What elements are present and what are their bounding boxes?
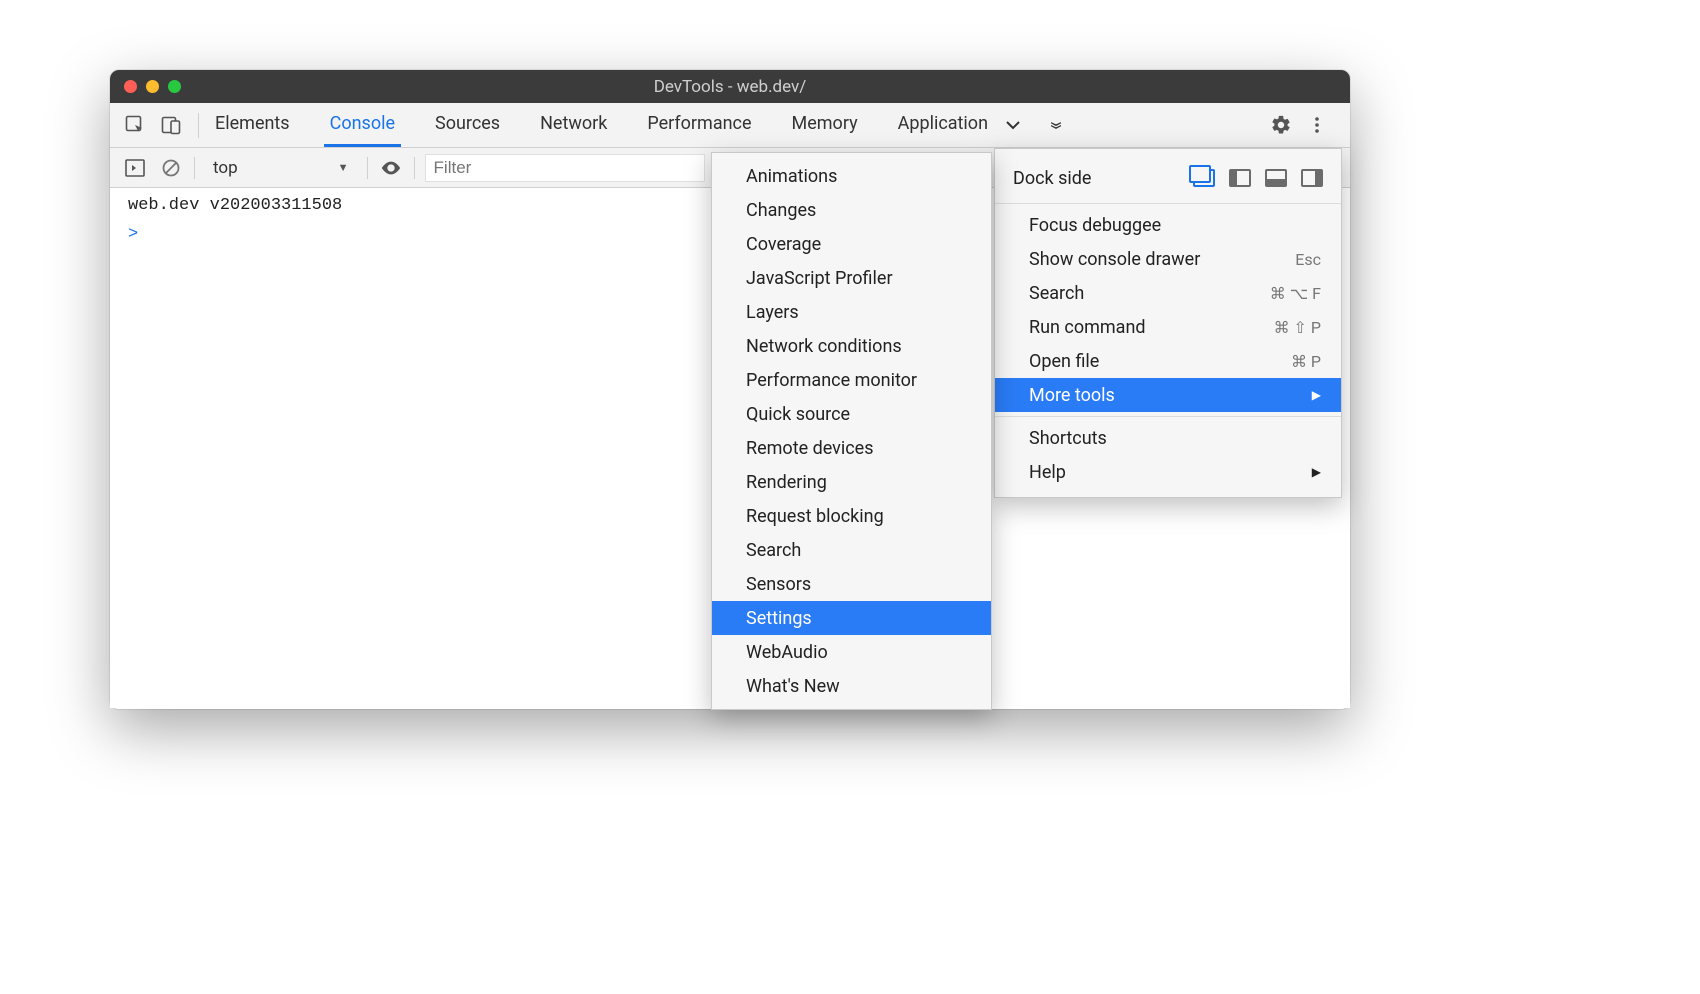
- console-sidebar-toggle-icon[interactable]: [122, 155, 148, 181]
- submenu-item-quick-source[interactable]: Quick source: [712, 397, 991, 431]
- menu-item-shortcut: Esc: [1295, 250, 1321, 269]
- tab-performance[interactable]: Performance: [641, 103, 757, 147]
- minimize-window-button[interactable]: [146, 80, 159, 93]
- menu-item-label: Search: [1029, 283, 1084, 304]
- inspect-element-icon[interactable]: [120, 110, 150, 140]
- menu-item-label: Shortcuts: [1029, 428, 1107, 449]
- submenu-item-rendering[interactable]: Rendering: [712, 465, 991, 499]
- menu-separator: [995, 416, 1341, 417]
- dock-side-row: Dock side: [995, 157, 1341, 199]
- dock-bottom-icon[interactable]: [1265, 169, 1287, 187]
- menu-item-label: Help: [1029, 462, 1066, 483]
- overflow-tabs-icon[interactable]: «: [1041, 121, 1070, 129]
- submenu-item-layers[interactable]: Layers: [712, 295, 991, 329]
- tab-memory[interactable]: Memory: [786, 103, 864, 147]
- submenu-item-javascript-profiler[interactable]: JavaScript Profiler: [712, 261, 991, 295]
- main-menu: Dock side Focus debuggee Show console dra…: [994, 148, 1342, 498]
- execution-context-select[interactable]: top ▼: [205, 158, 357, 178]
- tab-network[interactable]: Network: [534, 103, 613, 147]
- menu-item-label: Open file: [1029, 351, 1099, 372]
- menu-separator: [995, 203, 1341, 204]
- divider: [414, 157, 415, 179]
- submenu-item-changes[interactable]: Changes: [712, 193, 991, 227]
- main-tabbar: Elements Console Sources Network Performance…: [110, 103, 1350, 148]
- menu-item-search[interactable]: Search ⌘ ⌥ F: [995, 276, 1341, 310]
- menu-item-shortcuts[interactable]: Shortcuts: [995, 421, 1341, 455]
- console-filter-input[interactable]: [425, 154, 705, 182]
- submenu-item-coverage[interactable]: Coverage: [712, 227, 991, 261]
- dock-left-icon[interactable]: [1229, 169, 1251, 187]
- chevron-down-icon: ▼: [338, 161, 349, 174]
- kebab-menu-icon[interactable]: [1302, 110, 1332, 140]
- menu-item-shortcut: ⌘ ⌥ F: [1270, 284, 1321, 303]
- dock-side-label: Dock side: [1013, 168, 1091, 189]
- menu-item-shortcut: ⌘ ⇧ P: [1274, 318, 1321, 337]
- devtools-window: DevTools - web.dev/ Elements Console Sourc…: [110, 70, 1350, 709]
- divider: [198, 113, 199, 138]
- tab-sources[interactable]: Sources: [429, 103, 506, 147]
- submenu-item-webaudio[interactable]: WebAudio: [712, 635, 991, 669]
- dock-undock-icon[interactable]: [1193, 169, 1215, 187]
- more-tabs-button[interactable]: [1004, 116, 1022, 134]
- submenu-item-sensors[interactable]: Sensors: [712, 567, 991, 601]
- submenu-item-performance-monitor[interactable]: Performance monitor: [712, 363, 991, 397]
- context-label: top: [213, 158, 238, 178]
- tab-application[interactable]: Application: [892, 103, 994, 147]
- menu-item-show-console-drawer[interactable]: Show console drawer Esc: [995, 242, 1341, 276]
- menu-item-shortcut: ⌘ P: [1291, 352, 1321, 371]
- settings-gear-icon[interactable]: [1266, 110, 1296, 140]
- live-expression-eye-icon[interactable]: [378, 155, 404, 181]
- tab-elements[interactable]: Elements: [209, 103, 296, 147]
- divider: [367, 157, 368, 179]
- submenu-arrow-icon: ▶: [1312, 465, 1321, 479]
- clear-console-icon[interactable]: [158, 155, 184, 181]
- tab-console[interactable]: Console: [324, 103, 401, 147]
- submenu-item-search[interactable]: Search: [712, 533, 991, 567]
- menu-item-run-command[interactable]: Run command ⌘ ⇧ P: [995, 310, 1341, 344]
- window-title: DevTools - web.dev/: [110, 77, 1350, 97]
- menu-item-focus-debuggee[interactable]: Focus debuggee: [995, 208, 1341, 242]
- submenu-item-remote-devices[interactable]: Remote devices: [712, 431, 991, 465]
- zoom-window-button[interactable]: [168, 80, 181, 93]
- menu-item-label: More tools: [1029, 385, 1115, 406]
- titlebar: DevTools - web.dev/: [110, 70, 1350, 103]
- traffic-lights: [110, 80, 181, 93]
- menu-item-label: Run command: [1029, 317, 1146, 338]
- more-tools-submenu: AnimationsChangesCoverageJavaScript Prof…: [711, 152, 992, 710]
- dock-right-icon[interactable]: [1301, 169, 1323, 187]
- menu-item-label: Focus debuggee: [1029, 215, 1161, 236]
- panel-tabs: Elements Console Sources Network Performance…: [209, 103, 994, 147]
- menu-item-help[interactable]: Help ▶: [995, 455, 1341, 489]
- submenu-item-animations[interactable]: Animations: [712, 159, 991, 193]
- submenu-arrow-icon: ▶: [1312, 388, 1321, 402]
- toggle-device-toolbar-icon[interactable]: [156, 110, 186, 140]
- menu-item-label: Show console drawer: [1029, 249, 1200, 270]
- submenu-item-settings[interactable]: Settings: [712, 601, 991, 635]
- submenu-item-what-s-new[interactable]: What's New: [712, 669, 991, 703]
- close-window-button[interactable]: [124, 80, 137, 93]
- divider: [194, 157, 195, 179]
- menu-item-open-file[interactable]: Open file ⌘ P: [995, 344, 1341, 378]
- submenu-item-request-blocking[interactable]: Request blocking: [712, 499, 991, 533]
- menu-item-more-tools[interactable]: More tools ▶: [995, 378, 1341, 412]
- submenu-item-network-conditions[interactable]: Network conditions: [712, 329, 991, 363]
